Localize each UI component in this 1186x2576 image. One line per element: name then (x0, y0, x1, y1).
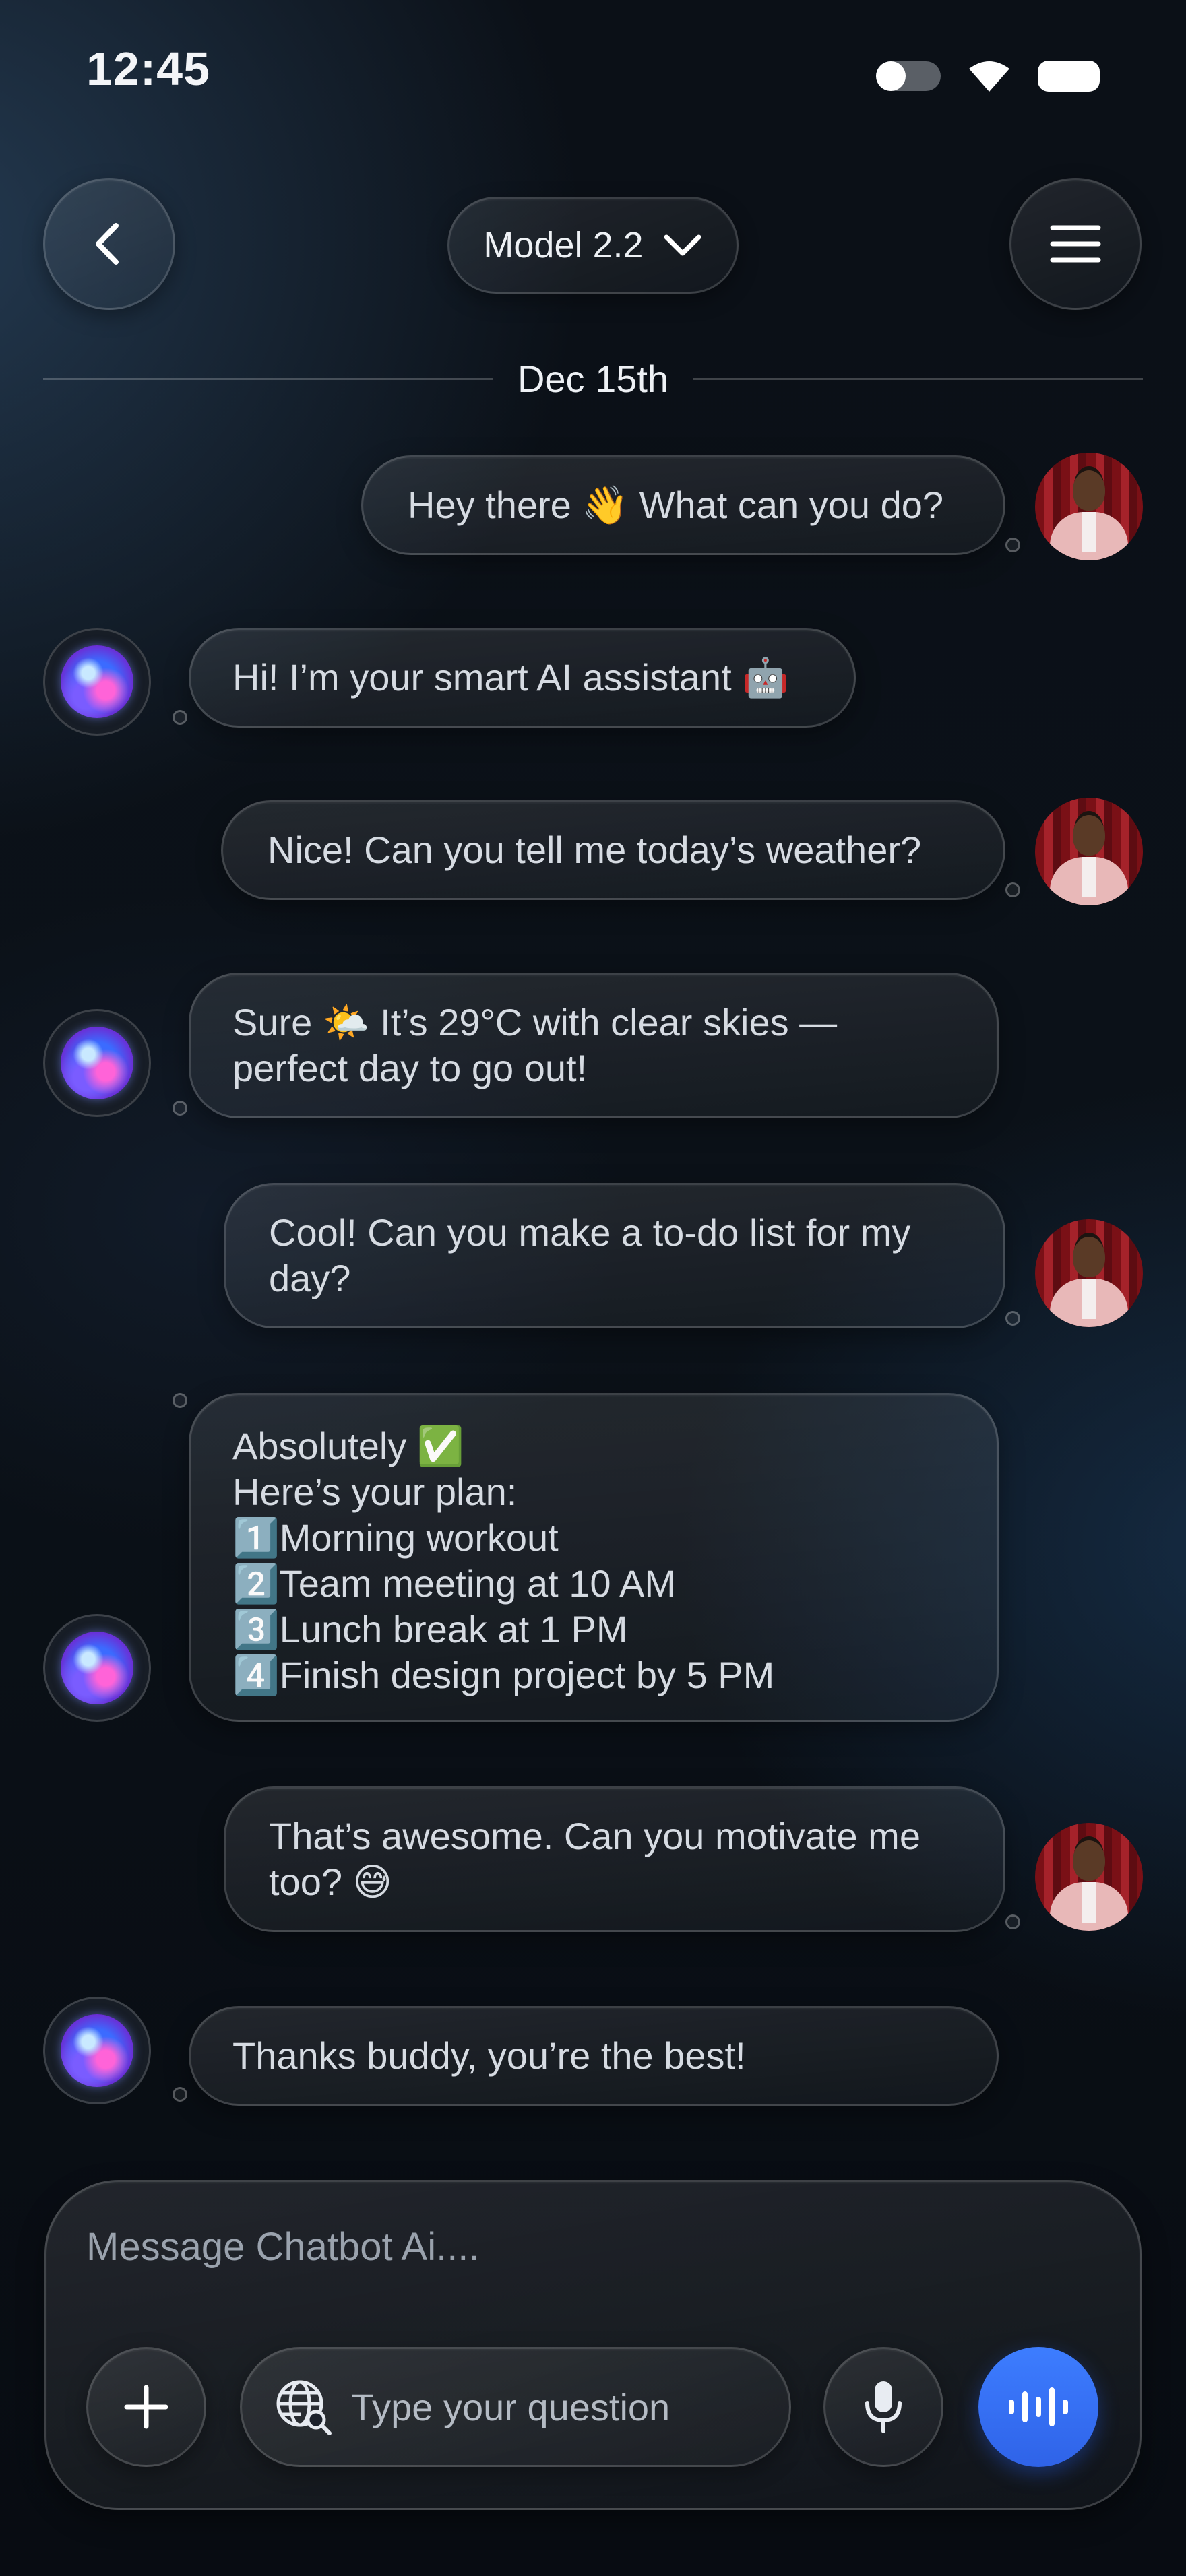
divider-line-right (693, 377, 1144, 380)
user-avatar (1035, 798, 1143, 905)
user-message: That’s awesome. Can you motivate me too?… (224, 1786, 1005, 1932)
todo-item: 3️⃣Lunch break at 1 PM (232, 1608, 628, 1650)
question-placeholder: Type your question (351, 2385, 670, 2428)
message-text: Nice! Can you tell me today’s weather? (268, 829, 922, 871)
bubble-tail (173, 710, 187, 725)
bubble-tail (1005, 538, 1020, 552)
message-text-line: day? (269, 1257, 351, 1299)
bot-avatar (43, 1614, 151, 1722)
menu-button[interactable] (1009, 178, 1142, 310)
chevron-down-icon (664, 234, 701, 256)
model-label: Model 2.2 (483, 225, 644, 265)
status-icons (876, 59, 1100, 93)
message-text-line: That’s awesome. Can you motivate me (269, 1815, 920, 1857)
date-divider: Dec 15th (43, 357, 1144, 400)
todo-item: 2️⃣Team meeting at 10 AM (232, 1562, 677, 1605)
bubble-tail (173, 2087, 187, 2102)
bot-avatar (43, 1009, 151, 1117)
bubble-tail (1005, 1914, 1020, 1929)
user-message: Nice! Can you tell me today’s weather? (221, 800, 1005, 900)
toggle-status-icon (876, 61, 941, 91)
message-text-line: perfect day to go out! (232, 1047, 588, 1089)
todo-item: 4️⃣Finish design project by 5 PM (232, 1654, 775, 1696)
voice-mode-button[interactable] (978, 2347, 1098, 2467)
chevron-left-icon (96, 223, 119, 265)
bubble-tail (1005, 1311, 1020, 1326)
hamburger-menu-icon (1050, 225, 1101, 263)
date-label: Dec 15th (517, 357, 669, 400)
model-selector[interactable]: Model 2.2 (447, 197, 739, 294)
user-avatar (1035, 1823, 1143, 1931)
message-text-line: Cool! Can you make a to-do list for my (269, 1211, 911, 1254)
user-avatar (1035, 1219, 1143, 1327)
bot-avatar (43, 628, 151, 736)
bot-avatar (43, 1997, 151, 2104)
bot-message: Hi! I’m your smart AI assistant 🤖 (189, 628, 856, 728)
user-message: Hey there 👋 What can you do? (361, 455, 1005, 555)
user-message: Cool! Can you make a to-do list for my d… (224, 1183, 1005, 1328)
microphone-button[interactable] (823, 2347, 943, 2467)
battery-icon (1038, 61, 1100, 92)
todo-item: 1️⃣Morning workout (232, 1516, 559, 1559)
globe-search-icon (276, 2380, 332, 2435)
message-text: Hey there 👋 What can you do? (408, 484, 944, 526)
bot-message: Thanks buddy, you’re the best! (189, 2006, 999, 2106)
add-attachment-button[interactable] (86, 2347, 206, 2467)
message-text: Thanks buddy, you’re the best! (232, 2034, 746, 2077)
sound-wave-icon (1009, 2387, 1068, 2426)
divider-line-left (43, 377, 493, 380)
wifi-icon (969, 61, 1009, 92)
message-text: Hi! I’m your smart AI assistant 🤖 (232, 656, 789, 699)
user-avatar (1035, 453, 1143, 560)
bubble-tail (173, 1393, 187, 1408)
bot-message: Sure 🌤️ It’s 29°C with clear skies — per… (189, 973, 999, 1118)
message-text-line: Sure 🌤️ It’s 29°C with clear skies — (232, 1001, 838, 1043)
back-button[interactable] (43, 178, 175, 310)
bubble-tail (173, 1101, 187, 1116)
message-text-line: Absolutely ✅ (232, 1425, 464, 1467)
message-text-line: too? 😅 (269, 1861, 392, 1903)
question-input[interactable]: Type your question (240, 2347, 791, 2467)
message-input[interactable]: Message Chatbot Ai.... (86, 2224, 480, 2269)
bot-message: Absolutely ✅ Here’s your plan: 1️⃣Mornin… (189, 1393, 999, 1722)
bubble-tail (1005, 882, 1020, 897)
microphone-icon (865, 2381, 902, 2433)
status-time: 12:45 (86, 42, 211, 95)
message-text-line: Here’s your plan: (232, 1471, 518, 1513)
plus-icon (124, 2385, 168, 2429)
